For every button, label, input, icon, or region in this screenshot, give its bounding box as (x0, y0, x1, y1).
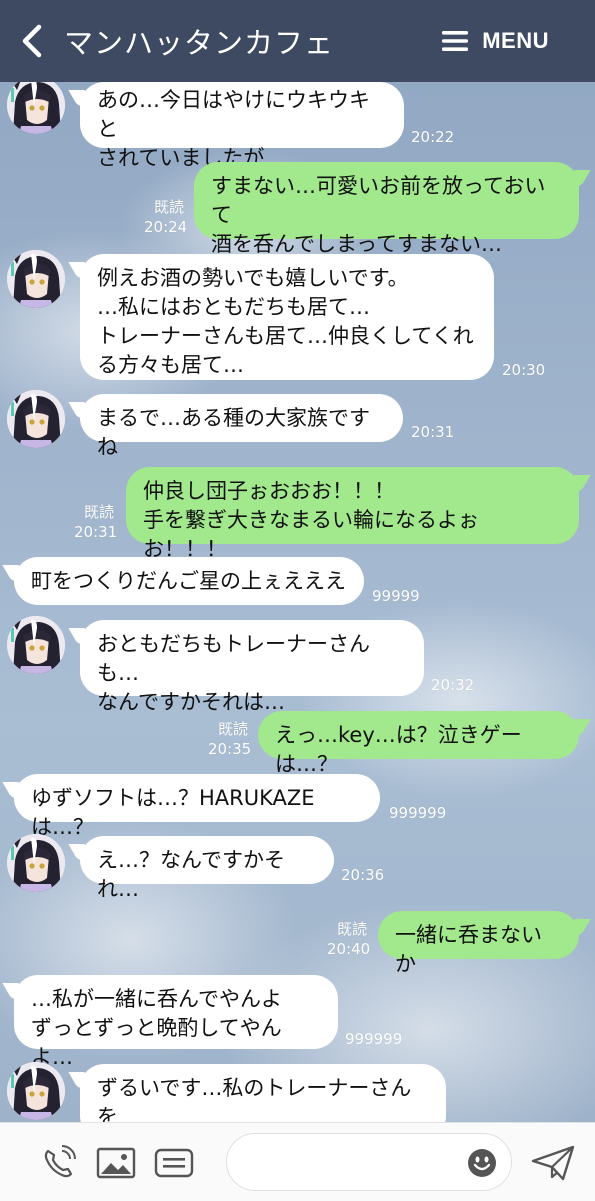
menu-button[interactable]: MENU (442, 28, 549, 54)
read-receipt: 既読 (84, 503, 115, 521)
back-button[interactable] (0, 0, 64, 82)
message-bubble[interactable]: まるで…ある種の大家族ですね (80, 394, 403, 459)
message-list[interactable]: あの…今日はやけにウキウキと されていましたが… 20:22 既読 20:24 … (0, 82, 595, 1122)
message-time: 20:24 (144, 218, 188, 236)
message-bubble[interactable]: おともだちもトレーナーさんも… なんですかそれは… (80, 620, 424, 714)
avatar[interactable] (7, 390, 65, 448)
read-receipt: 既読 (154, 198, 185, 216)
message-bubble[interactable]: 町をつくりだんご星の上ぇえええ (14, 557, 364, 605)
paper-plane-icon (531, 1145, 575, 1181)
message-time: 20:35 (208, 740, 252, 758)
chat-title: マンハッタンカフェ (64, 26, 335, 60)
smiley-icon[interactable] (467, 1148, 497, 1178)
avatar[interactable] (7, 250, 65, 308)
avatar[interactable] (7, 82, 65, 134)
message-bubble[interactable]: 例えお酒の勢いでも嬉しいです。 …私にはおともだちも居て… トレーナーさんも居て… (80, 254, 494, 380)
send-button[interactable] (530, 1143, 576, 1183)
hamburger-icon (442, 31, 469, 51)
message-time: 999999 (345, 1030, 403, 1048)
message-bubble[interactable]: すまない…可愛いお前を放っておいて 酒を呑んでしまってすまない… (194, 162, 579, 256)
message-time: 99999 (372, 587, 420, 605)
read-receipt: 既読 (218, 720, 249, 738)
phone-call-icon (44, 1145, 76, 1178)
image-button[interactable] (96, 1145, 136, 1181)
message-time: 20:30 (502, 361, 546, 379)
chevron-left-icon (22, 24, 42, 58)
message-input[interactable] (226, 1133, 512, 1191)
message-time: 20:31 (74, 523, 118, 541)
message-bubble[interactable]: …私が一緒に呑んでやんよ ずっとずっと晩酌してやんよ… (14, 975, 338, 1069)
message-bubble[interactable]: あの…今日はやけにウキウキと されていましたが… (80, 82, 404, 170)
message-time: 999999 (389, 804, 447, 822)
input-bar (0, 1122, 595, 1201)
call-button[interactable] (40, 1145, 78, 1181)
message-time: 20:36 (341, 866, 385, 884)
message-time: 20:32 (431, 676, 475, 694)
read-receipt: 既読 (337, 920, 368, 938)
message-time: 20:31 (411, 423, 455, 441)
menu-label: MENU (482, 28, 549, 53)
card-button[interactable] (154, 1145, 194, 1181)
message-time: 20:40 (327, 940, 371, 958)
image-icon (96, 1147, 136, 1179)
message-bubble[interactable]: ゆずソフトは…？HARUKAZEは…？ (14, 774, 380, 839)
avatar[interactable] (7, 834, 65, 892)
chat-header: マンハッタンカフェ MENU (0, 0, 595, 82)
message-bubble[interactable]: え…？なんですかそれ… (80, 836, 334, 901)
message-bubble[interactable]: 一緒に呑まないか (378, 911, 579, 976)
card-icon (154, 1148, 194, 1178)
message-bubble[interactable]: 仲良し団子ぉおおお！！！ 手を繋ぎ大きなまるい輪になるよぉお！！！ (126, 467, 579, 561)
avatar[interactable] (7, 1062, 65, 1120)
message-bubble[interactable]: えっ…key…は？泣きゲーは…？ (258, 711, 579, 776)
avatar[interactable] (7, 616, 65, 674)
message-time: 20:22 (411, 128, 455, 146)
message-bubble[interactable]: ずるいです…私のトレーナーさんを 独り占めしないでください (80, 1064, 446, 1122)
